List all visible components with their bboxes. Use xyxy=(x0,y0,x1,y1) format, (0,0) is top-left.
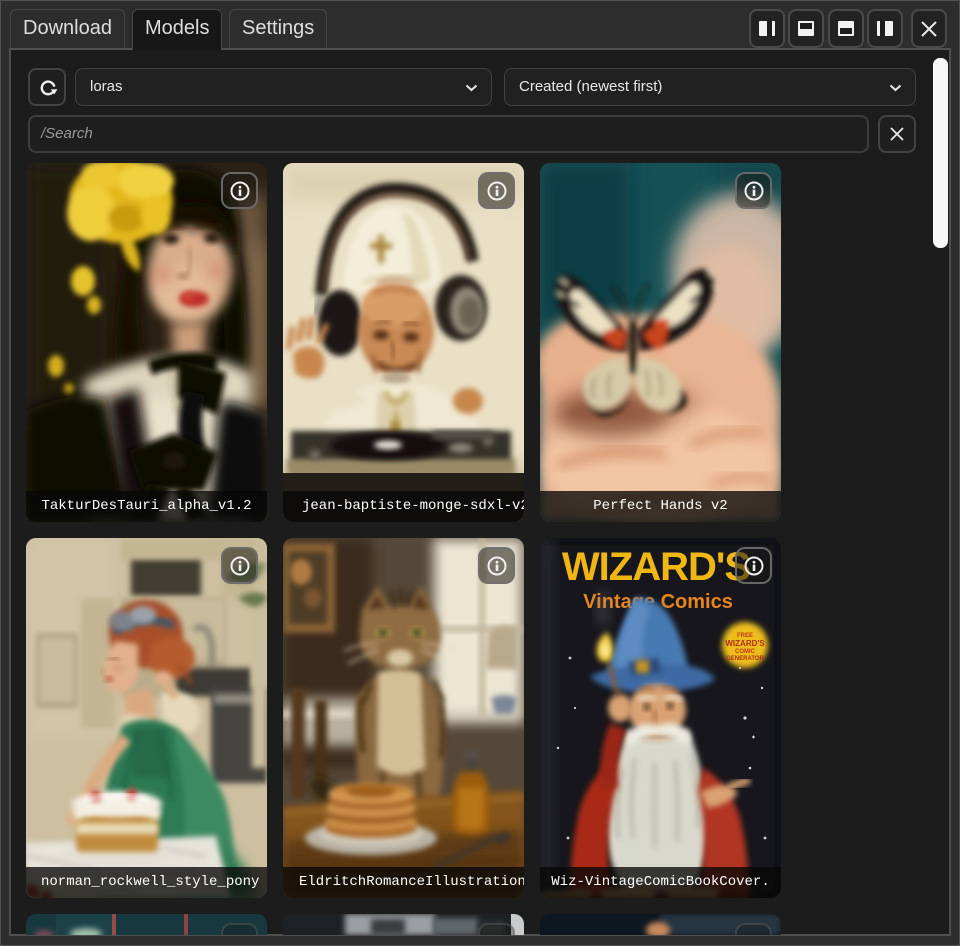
svg-text:WIZARD'S: WIZARD'S xyxy=(725,639,765,648)
svg-text:COMIC: COMIC xyxy=(735,649,756,655)
svg-text:WIZARD'S: WIZARD'S xyxy=(562,545,750,589)
svg-text:GENERATOR: GENERATOR xyxy=(726,656,764,662)
